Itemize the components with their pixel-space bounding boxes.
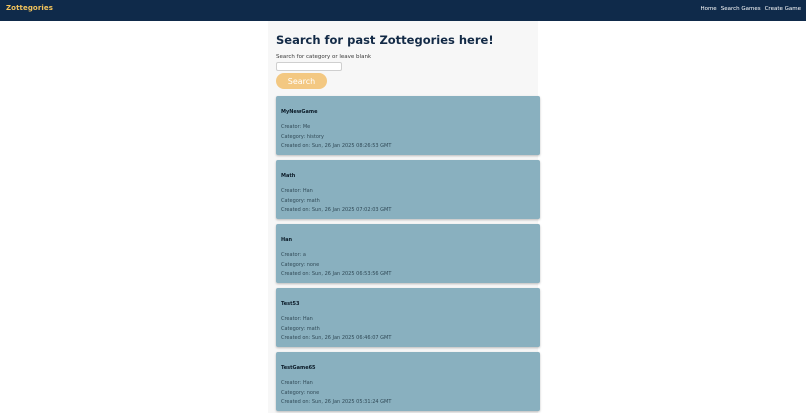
game-card[interactable]: MyNewGame Creator: Me Category: history … — [276, 96, 540, 155]
game-creator: Creator: Me — [281, 124, 311, 130]
game-created: Created on: Sun, 26 Jan 2025 06:46:07 GM… — [281, 335, 392, 341]
page-title: Search for past Zottegories here! — [276, 33, 494, 47]
game-title: Han — [281, 237, 293, 243]
game-card[interactable]: Math Creator: Han Category: math Created… — [276, 160, 540, 219]
navbar: Zottegories Home Search Games Create Gam… — [0, 0, 806, 21]
game-title: TestGame65 — [281, 365, 316, 371]
search-button[interactable]: Search — [276, 73, 327, 89]
game-creator: Creator: Han — [281, 380, 313, 386]
nav-home-link[interactable]: Home — [700, 6, 716, 12]
game-category: Category: none — [281, 262, 320, 268]
nav-links: Home Search Games Create Game — [700, 6, 801, 12]
game-category: Category: none — [281, 390, 320, 396]
game-title: Math — [281, 173, 296, 179]
game-category: Category: history — [281, 134, 324, 140]
game-category: Category: math — [281, 326, 320, 332]
game-title: Test53 — [281, 301, 300, 307]
game-created: Created on: Sun, 26 Jan 2025 05:31:24 GM… — [281, 399, 392, 405]
game-creator: Creator: a — [281, 252, 306, 258]
game-card[interactable]: Han Creator: a Category: none Created on… — [276, 224, 540, 283]
brand-logo[interactable]: Zottegories — [6, 4, 53, 12]
game-card[interactable]: TestGame65 Creator: Han Category: none C… — [276, 352, 540, 411]
search-label: Search for category or leave blank — [276, 54, 372, 60]
game-created: Created on: Sun, 26 Jan 2025 07:02:03 GM… — [281, 207, 392, 213]
nav-search-games-link[interactable]: Search Games — [721, 6, 761, 12]
game-creator: Creator: Han — [281, 316, 313, 322]
game-creator: Creator: Han — [281, 188, 313, 194]
game-created: Created on: Sun, 26 Jan 2025 06:53:56 GM… — [281, 271, 392, 277]
game-category: Category: math — [281, 198, 320, 204]
game-title: MyNewGame — [281, 109, 318, 115]
search-input[interactable] — [276, 62, 342, 71]
game-created: Created on: Sun, 26 Jan 2025 08:26:53 GM… — [281, 143, 392, 149]
nav-create-game-link[interactable]: Create Game — [765, 6, 801, 12]
game-card[interactable]: Test53 Creator: Han Category: math Creat… — [276, 288, 540, 347]
